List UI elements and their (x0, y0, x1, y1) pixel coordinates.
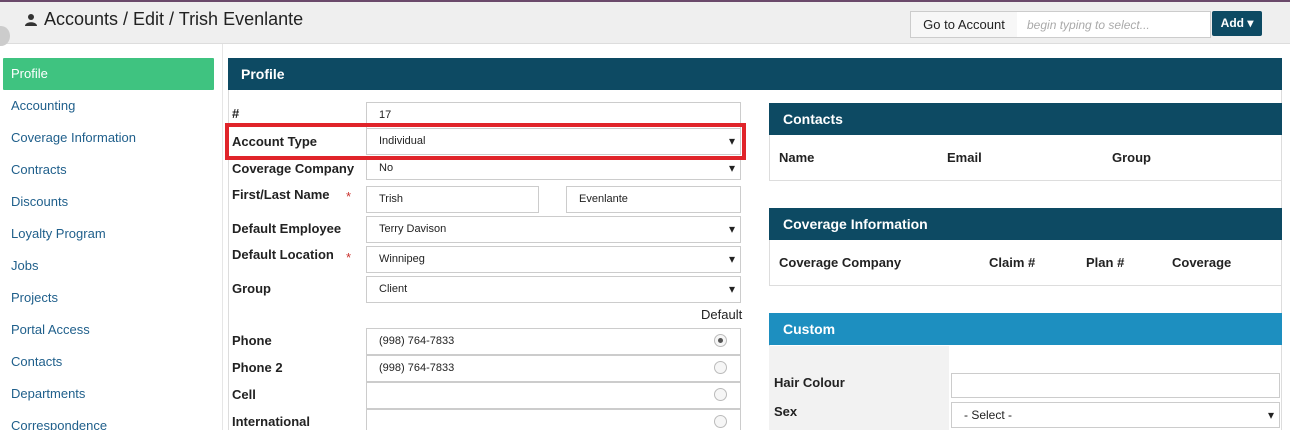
number-label: # (232, 106, 240, 121)
top-accent-line (0, 0, 1290, 2)
sidebar-divider (222, 44, 223, 430)
default-employee-label: Default Employee (232, 221, 342, 236)
sidebar-item-correspondence[interactable]: Correspondence (0, 410, 215, 430)
cell-label: Cell (232, 387, 256, 402)
contacts-col-name: Name (779, 150, 815, 165)
default-employee-select[interactable]: Terry Davison (366, 216, 741, 243)
group-select[interactable]: Client (366, 276, 741, 303)
contacts-card-body (769, 135, 1282, 181)
contacts-col-group: Group (1112, 150, 1151, 165)
profile-panel-title: Profile (228, 58, 1282, 90)
required-marker: * (346, 250, 352, 265)
phone-default-radio[interactable] (714, 334, 727, 347)
last-name-field[interactable]: Evenlante (566, 186, 741, 213)
sidebar-item-profile[interactable]: Profile (3, 58, 214, 90)
page-title: Accounts / Edit / Trish Evenlante (44, 9, 304, 29)
default-location-label: Default Location (232, 247, 334, 262)
add-button[interactable]: Add ▾ (1212, 11, 1262, 36)
default-location-select[interactable]: Winnipeg (366, 246, 741, 273)
phone-field[interactable]: (998) 764-7833 (366, 328, 741, 355)
user-icon (25, 13, 37, 26)
sidebar-item-contacts[interactable]: Contacts (0, 346, 215, 378)
account-search-input[interactable] (1017, 11, 1211, 38)
phone2-default-radio[interactable] (714, 361, 727, 374)
default-column-label: Default (701, 307, 743, 322)
international-default-radio[interactable] (714, 415, 727, 428)
coverage-col-plan: Plan # (1086, 255, 1125, 270)
sidebar-item-loyalty-program[interactable]: Loyalty Program (0, 218, 215, 250)
sidebar-item-coverage-information[interactable]: Coverage Information (0, 122, 215, 154)
sidebar-item-contracts[interactable]: Contracts (0, 154, 215, 186)
cell-field[interactable] (366, 382, 741, 409)
phone2-field[interactable]: (998) 764-7833 (366, 355, 741, 382)
sidebar-item-departments[interactable]: Departments (0, 378, 215, 410)
international-label: International (232, 414, 311, 429)
coverage-card-title: Coverage Information (769, 208, 1282, 240)
custom-card-title: Custom (769, 313, 1282, 345)
sex-select[interactable]: - Select - (951, 402, 1280, 428)
go-to-account-label: Go to Account (910, 11, 1018, 38)
sidebar-item-discounts[interactable]: Discounts (0, 186, 215, 218)
international-field[interactable] (366, 409, 741, 430)
phone-label: Phone (232, 333, 272, 348)
hair-colour-label: Hair Colour (774, 375, 845, 390)
contacts-col-email: Email (947, 150, 982, 165)
coverage-company-label: Coverage Company (232, 161, 355, 176)
coverage-col-coverage: Coverage (1172, 255, 1232, 270)
coverage-col-company: Coverage Company (779, 255, 902, 270)
contacts-card-title: Contacts (769, 103, 1282, 135)
coverage-col-claim: Claim # (989, 255, 1036, 270)
required-marker: * (346, 189, 352, 204)
cell-default-radio[interactable] (714, 388, 727, 401)
hair-colour-field[interactable] (951, 373, 1280, 398)
sex-label: Sex (774, 404, 798, 419)
group-label: Group (232, 281, 271, 296)
breadcrumb: Accounts / Edit / Trish Evenlante (24, 9, 303, 30)
account-type-highlight-box (225, 123, 746, 160)
sidebar-item-projects[interactable]: Projects (0, 282, 215, 314)
phone2-label: Phone 2 (232, 360, 283, 375)
first-name-field[interactable]: Trish (366, 186, 539, 213)
name-label: First/Last Name (232, 187, 330, 202)
sidebar-nav: Profile Accounting Coverage Information … (0, 56, 215, 430)
sidebar-item-portal-access[interactable]: Portal Access (0, 314, 215, 346)
page-header: Accounts / Edit / Trish Evenlante Go to … (0, 0, 1290, 44)
sidebar-item-accounting[interactable]: Accounting (0, 90, 215, 122)
sidebar-item-jobs[interactable]: Jobs (0, 250, 215, 282)
